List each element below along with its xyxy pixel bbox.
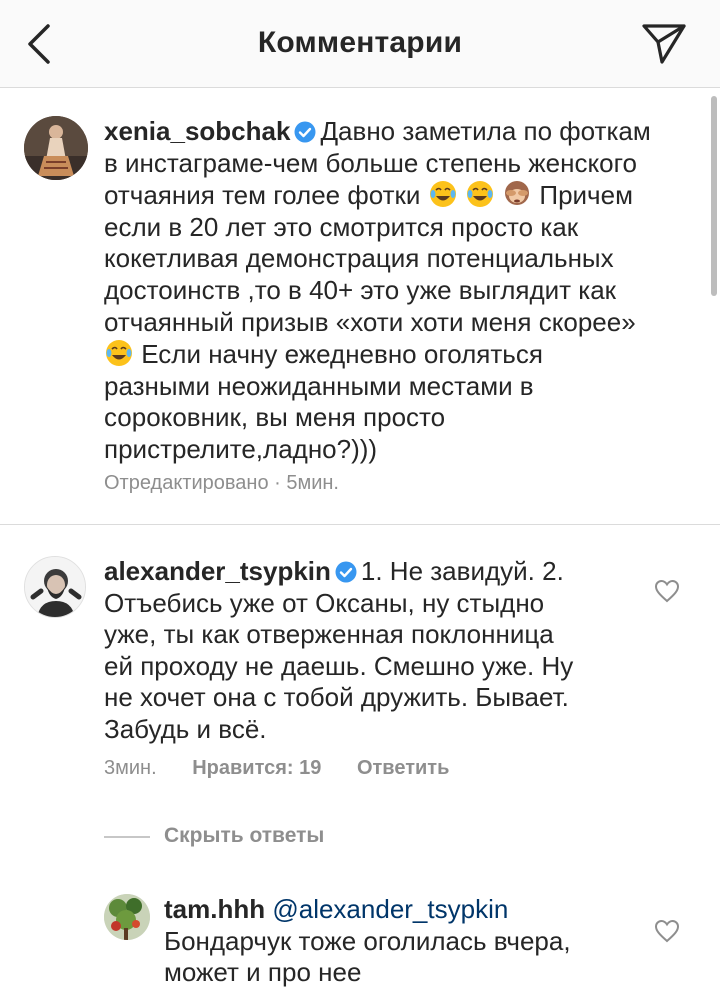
username[interactable]: alexander_tsypkin <box>104 556 331 586</box>
comment-line-2: Отъебись уже от Оксаны, ну стыдно <box>104 587 545 618</box>
caption-line-8: Если начну ежедневно оголяться <box>104 338 704 371</box>
page-title: Комментарии <box>257 26 463 59</box>
caption-meta: Отредактировано · 5мин. <box>104 472 339 494</box>
hide-replies-button[interactable]: Скрыть ответы <box>164 824 324 848</box>
caption-line-9: разными неожиданными местами в <box>104 370 534 401</box>
caption-line-1: xenia_sobchak Давно заметила по фоткам <box>104 116 704 148</box>
caption-line-4: если в 20 лет это смотрится просто как <box>104 211 579 242</box>
comment-time: 3мин. <box>104 757 157 779</box>
caption-text: Давно заметила по фоткам <box>320 116 651 146</box>
caption-line-6: достоинств ,то в 40+ это уже выглядит ка… <box>104 274 617 305</box>
divider <box>0 524 720 525</box>
likes-count[interactable]: Нравится: 19 <box>192 757 321 779</box>
caption-line-3: отчаяния тем голее фотки Причем <box>104 179 704 212</box>
caption-text: Причем <box>539 180 633 211</box>
mention-link[interactable]: @alexander_tsypkin <box>272 894 508 924</box>
caption-line-11: пристрелите,ладно?))) <box>104 433 378 464</box>
verified-badge-icon <box>335 561 357 583</box>
avatar[interactable] <box>104 894 150 940</box>
comment-line-4: ей проходу не даешь. Смешно уже. Ну <box>104 650 574 681</box>
reply-button[interactable]: Ответить <box>357 757 449 779</box>
paper-plane-icon[interactable] <box>640 20 688 66</box>
username[interactable]: tam.hhh <box>164 894 265 924</box>
caption-text: Если начну ежедневно оголяться <box>141 339 543 370</box>
comment-line-3: уже, ты как отверженная поклонница <box>104 619 554 650</box>
comment-meta: 3мин. Нравится: 19 Ответить <box>104 757 449 780</box>
comment-line-6: Забудь и всё. <box>104 713 267 744</box>
tears-of-joy-emoji-icon <box>466 181 493 208</box>
scrollbar[interactable] <box>711 96 717 296</box>
reply-line-3: может и про нее <box>164 957 362 988</box>
caption-text: отчаяния тем голее фотки <box>104 180 421 211</box>
avatar[interactable] <box>24 116 88 180</box>
avatar-image <box>25 557 85 617</box>
avatar-image <box>104 894 150 940</box>
verified-badge-icon <box>294 121 316 143</box>
reply-line-2: Бондарчук тоже оголилась вчера, <box>164 925 571 956</box>
caption-line-2: в инстаграме-чем больше степень женского <box>104 147 637 178</box>
username[interactable]: xenia_sobchak <box>104 116 290 146</box>
tears-of-joy-emoji-icon <box>429 181 456 208</box>
comment-line-1: alexander_tsypkin 1. Не завидуй. 2. <box>104 556 644 588</box>
caption-line-7: отчаянный призыв «хоти хоти меня скорее» <box>104 306 636 337</box>
avatar-image <box>24 116 88 180</box>
see-no-evil-monkey-emoji-icon <box>505 181 530 206</box>
heart-icon[interactable] <box>654 579 680 603</box>
header-bar: Комментарии <box>0 0 720 88</box>
avatar[interactable] <box>24 556 86 618</box>
caption-line-5: кокетливая демонстрация потенциальных <box>104 243 614 274</box>
reply-line-1: tam.hhh @alexander_tsypkin <box>164 894 634 926</box>
heart-icon[interactable] <box>654 919 680 943</box>
comment-line-5: не хочет она с тобой дружить. Бывает. <box>104 682 569 713</box>
replies-line <box>104 836 150 838</box>
caption-line-10: сороковник, вы меня просто <box>104 402 446 433</box>
comment-text: 1. Не завидуй. 2. <box>360 556 564 586</box>
tears-of-joy-emoji-icon <box>106 340 132 367</box>
